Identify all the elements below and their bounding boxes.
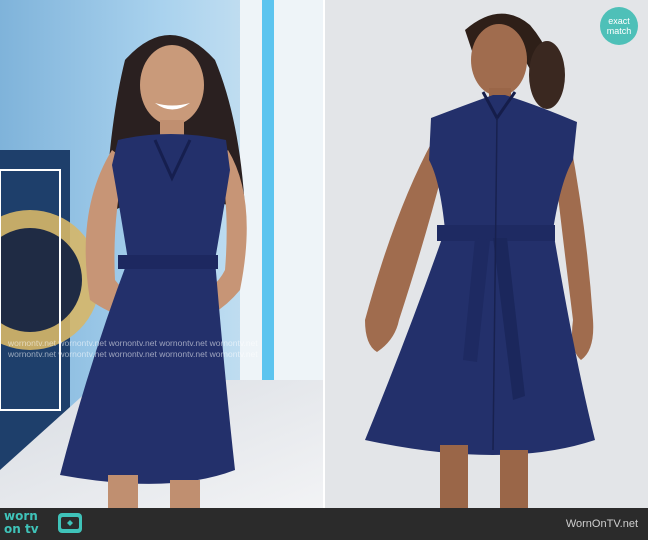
footer-site-name[interactable]: WornOnTV.net [566,518,638,530]
exact-match-badge: exact match [600,7,638,45]
badge-line-2: match [606,26,632,36]
watermark-row-1: wornontv.net wornontv.net wornontv.net w… [8,338,258,348]
tv-icon [58,513,82,533]
logo-line-2: on tv [4,522,39,536]
product-model-photo [325,0,648,508]
tv-host-photo [0,0,323,508]
logo-text: worn on tv [4,510,39,536]
watermark-row-2: wornontv.net wornontv.net wornontv.net w… [8,349,258,359]
badge-line-1: exact [608,16,630,26]
footer-bar: worn on tv WornOnTV.net [0,508,648,540]
watermark: wornontv.net wornontv.net wornontv.net w… [8,338,318,360]
wornontv-logo[interactable]: worn on tv [4,510,84,538]
